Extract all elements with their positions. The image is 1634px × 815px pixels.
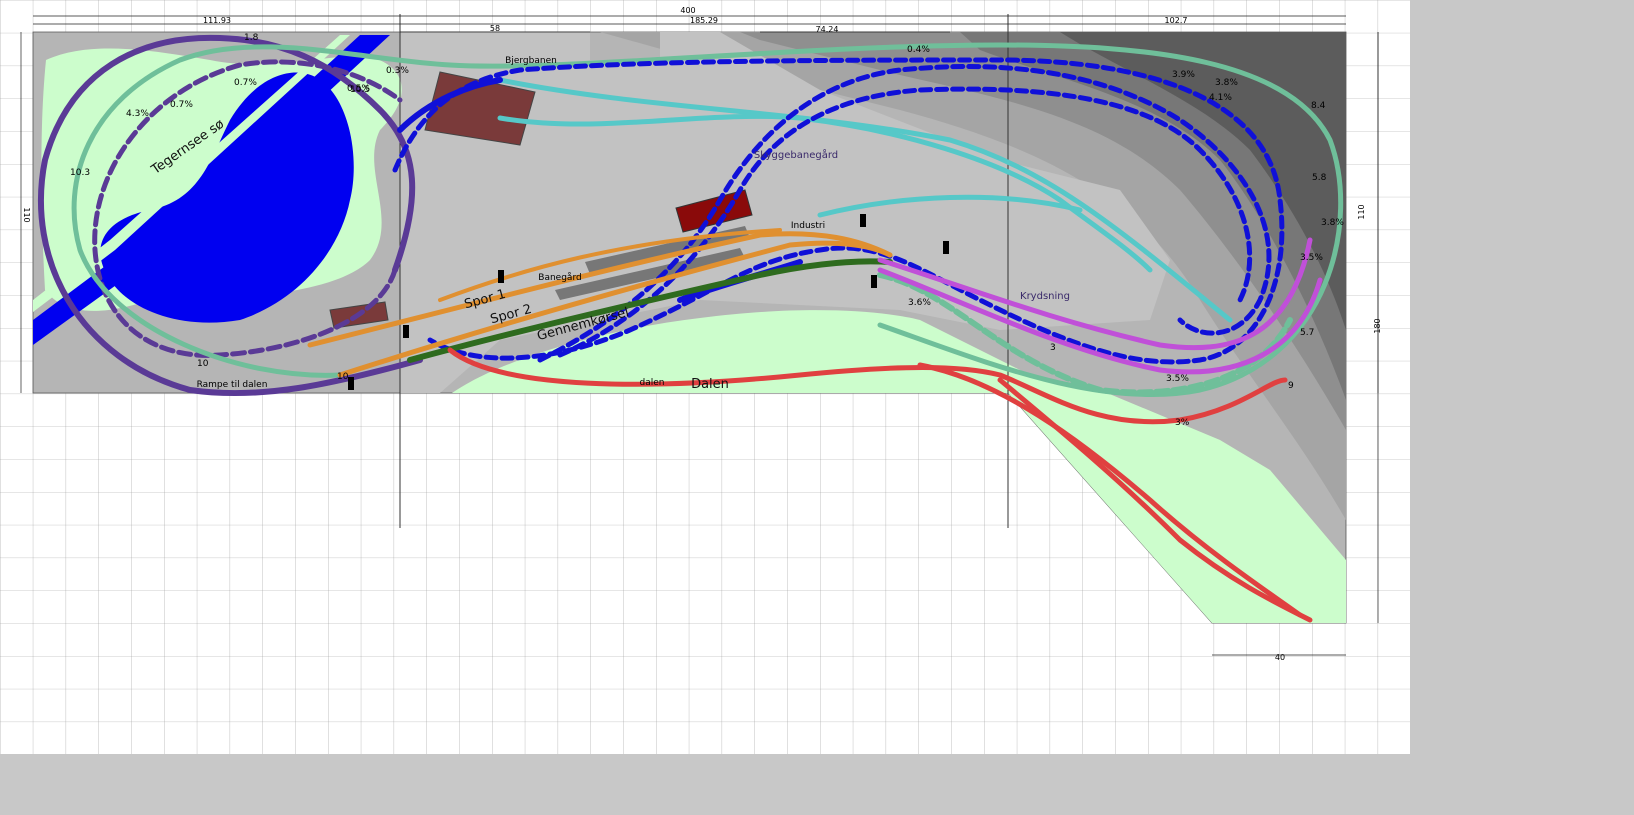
label-branch: Bjergbanen: [505, 56, 557, 66]
grade-label: 3.6%: [908, 298, 931, 308]
label-valley: Dalen: [691, 377, 729, 392]
grade-label: 0.4%: [907, 45, 930, 55]
label-shadow-station: Skyggebanegård: [754, 148, 838, 161]
dim-sub-a: 58: [490, 24, 500, 33]
dim-mid-width: 185.29: [690, 16, 718, 25]
elevation-label: 8.4: [1311, 101, 1326, 111]
grade-label: 4.1%: [1209, 93, 1232, 103]
dim-extension-width: 40: [1275, 653, 1285, 662]
dim-sub-b: 74.24: [816, 25, 839, 34]
grade-label: 3.8%: [1215, 78, 1238, 88]
dim-right-width: 102.7: [1165, 16, 1188, 25]
elevation-label: 1.8: [244, 33, 259, 43]
signal: [871, 275, 877, 288]
grade-label: 3.8%: [1321, 218, 1344, 228]
signal: [860, 214, 866, 227]
elevation-label: 5.7: [1300, 328, 1314, 338]
signal: [943, 241, 949, 254]
label-station: Banegård: [538, 272, 581, 283]
signal: [348, 377, 354, 390]
elevation-label: 9: [1288, 381, 1294, 391]
label-crossing: Krydsning: [1020, 291, 1070, 302]
elevation-label: 3: [1050, 343, 1056, 353]
grade-label: 4.3%: [126, 109, 149, 119]
elevation-label: 10: [337, 372, 349, 382]
grade-label: 0.7%: [170, 100, 193, 110]
signal: [403, 325, 409, 338]
label-industry: Industri: [791, 221, 825, 231]
label-valley-small: dalen: [640, 378, 665, 388]
grade-label: 3.9%: [1172, 70, 1195, 80]
label-ramp: Rampe til dalen: [197, 380, 268, 390]
grade-label: 3%: [1175, 418, 1190, 428]
signal: [498, 270, 504, 283]
grade-label: 0.3%: [386, 66, 409, 76]
grade-label: 3.5%: [1300, 253, 1323, 263]
elevation-label: 10.3: [70, 168, 90, 178]
grade-label: 3.5%: [1166, 374, 1189, 384]
elevation-label: 10: [197, 359, 209, 369]
grade-label: 0.7%: [234, 78, 257, 88]
elevation-label: 10.5: [350, 85, 370, 95]
track-plan-canvas: 400 111.93 185.29 102.7 58 74.24 110 110…: [0, 0, 1410, 754]
elevation-label: 5.8: [1312, 173, 1327, 183]
dim-left-width: 111.93: [203, 16, 231, 25]
dim-height-total: 180: [1373, 318, 1382, 333]
dim-height-right: 110: [1357, 204, 1366, 219]
dim-height-left: 110: [22, 207, 31, 222]
dim-total-width: 400: [680, 6, 695, 15]
track-plan-diagram: 400 111.93 185.29 102.7 58 74.24 110 110…: [0, 0, 1634, 811]
